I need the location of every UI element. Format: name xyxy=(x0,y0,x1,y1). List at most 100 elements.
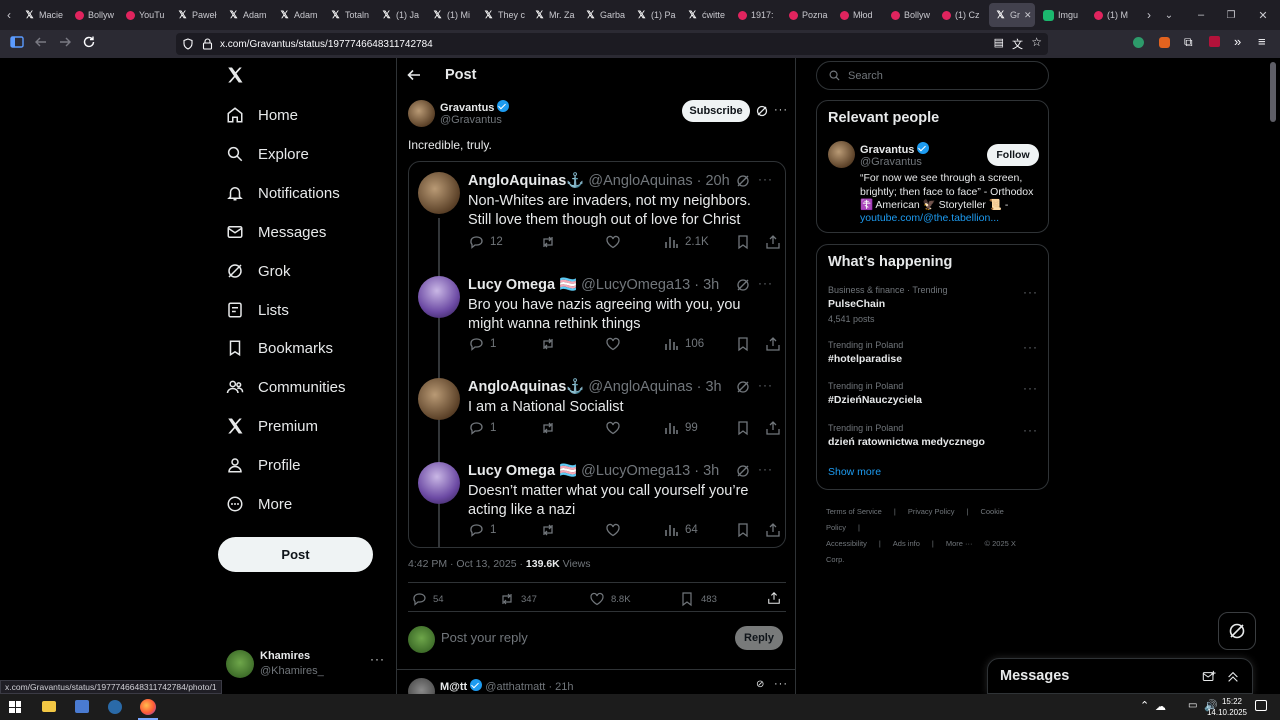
nav-item-communities[interactable]: Communities xyxy=(226,378,346,396)
browser-tab[interactable]: 𝕏 (1) Mi xyxy=(426,0,477,30)
repost-button[interactable]: 347 xyxy=(499,591,537,607)
post-button[interactable]: Post xyxy=(218,537,373,572)
share-icon[interactable] xyxy=(767,591,781,605)
address-bar[interactable]: x.com/Gravantus/status/19777466483117427… xyxy=(176,33,1048,55)
app-menu-icon[interactable]: ≡ xyxy=(1258,34,1266,49)
person-avatar[interactable] xyxy=(828,141,855,168)
clock-time[interactable]: 15:22 xyxy=(1213,697,1251,706)
browser-tab[interactable]: 1917: xyxy=(732,0,783,30)
tab-scroll-right-icon[interactable]: › xyxy=(1139,8,1159,22)
browser-tab[interactable]: 𝕏 Macie xyxy=(18,0,69,30)
browser-tab[interactable]: 𝕏 Gr ✕ xyxy=(989,3,1035,27)
browser-tab[interactable]: 𝕏 Adam xyxy=(273,0,324,30)
footer-link[interactable]: Ads info xyxy=(893,539,920,548)
bookmark-star-icon[interactable]: ☆ xyxy=(1031,35,1042,49)
extension-badge-icon[interactable] xyxy=(1209,36,1220,47)
extensions-puzzle-icon[interactable]: ⧉ xyxy=(1184,35,1193,50)
nav-item-bookmarks[interactable]: Bookmarks xyxy=(226,339,333,357)
nav-item-premium[interactable]: Premium xyxy=(226,417,318,435)
reload-icon[interactable] xyxy=(82,35,96,49)
expand-up-icon[interactable] xyxy=(1226,670,1240,684)
author-name-row[interactable]: Gravantus xyxy=(440,100,510,114)
reader-view-icon[interactable]: ▤ xyxy=(994,36,1004,49)
browser-tab[interactable]: Bollyw xyxy=(885,0,936,30)
minimize-window-icon[interactable]: – xyxy=(1186,9,1216,21)
lock-icon[interactable] xyxy=(202,38,213,50)
grok-icon[interactable] xyxy=(756,105,768,117)
person-name-row[interactable]: Gravantus xyxy=(860,142,930,156)
search-input[interactable]: Search xyxy=(816,61,1049,90)
browser-tab[interactable]: 𝕏 Adam xyxy=(222,0,273,30)
nav-item-grok[interactable]: Grok xyxy=(226,262,291,280)
browser-tab[interactable]: Imgu xyxy=(1037,0,1088,30)
footer-link[interactable]: Accessibility xyxy=(826,539,867,548)
url-text[interactable]: x.com/Gravantus/status/19777466483117427… xyxy=(220,39,433,50)
tab-list-chevron-icon[interactable]: ⌄ xyxy=(1159,10,1179,21)
browser-tab[interactable]: Pozna xyxy=(783,0,834,30)
nav-item-messages[interactable]: Messages xyxy=(226,223,326,241)
close-tab-icon[interactable]: ✕ xyxy=(1024,10,1032,21)
next-reply-handle[interactable]: @atthatmatt xyxy=(485,681,545,693)
author-name[interactable]: Gravantus xyxy=(440,102,494,114)
tracking-shield-icon[interactable] xyxy=(182,38,194,50)
browser-tab[interactable]: YouTu xyxy=(120,0,171,30)
notifications-icon[interactable] xyxy=(1255,700,1267,711)
browser-tab[interactable]: (1) Cz xyxy=(936,0,987,30)
trend-more-icon[interactable]: ··· xyxy=(1023,423,1038,437)
trend-more-icon[interactable]: ··· xyxy=(1023,381,1038,395)
footer-link[interactable]: More ··· xyxy=(946,539,973,548)
page-scrollbar[interactable] xyxy=(1270,62,1276,122)
file-explorer-icon[interactable] xyxy=(42,701,56,712)
firefox-icon[interactable] xyxy=(140,699,156,715)
follow-button[interactable]: Follow xyxy=(987,144,1039,166)
subscribe-button[interactable]: Subscribe xyxy=(682,100,750,122)
reply-button-submit[interactable]: Reply xyxy=(735,626,783,650)
account-more-icon[interactable]: ··· xyxy=(370,652,385,666)
network-icon[interactable]: ▭ xyxy=(1188,700,1197,711)
account-switcher[interactable]: Khamires @Khamires_ ··· xyxy=(226,648,386,684)
like-button[interactable]: 8.8K xyxy=(589,591,631,607)
bookmark-button[interactable]: 483 xyxy=(679,591,717,607)
sidebar-toggle-icon[interactable] xyxy=(10,35,24,49)
forward-icon[interactable] xyxy=(58,35,72,49)
back-arrow-icon[interactable] xyxy=(407,68,421,82)
browser-tab[interactable]: Bollyw xyxy=(69,0,120,30)
trend-more-icon[interactable]: ··· xyxy=(1023,340,1038,354)
trend-more-icon[interactable]: ··· xyxy=(1023,285,1038,299)
person-handle[interactable]: @Gravantus xyxy=(860,156,922,168)
browser-tab[interactable]: 𝕏 Totaln xyxy=(324,0,375,30)
reply-button[interactable]: 54 xyxy=(411,591,444,607)
trend-item[interactable]: Trending in Poland dzień ratownictwa medy… xyxy=(828,423,1038,448)
next-reply-time[interactable]: 21h xyxy=(555,681,573,693)
next-reply-name[interactable]: M@tt xyxy=(440,681,467,693)
browser-tab[interactable]: (1) M xyxy=(1088,0,1139,30)
nav-item-explore[interactable]: Explore xyxy=(226,145,309,163)
nav-item-home[interactable]: Home xyxy=(226,106,298,124)
grok-floating-button[interactable] xyxy=(1218,612,1256,650)
windows-start-icon[interactable] xyxy=(9,701,21,713)
browser-tab[interactable]: 𝕏 (1) Pa xyxy=(630,0,681,30)
embedded-thread-image[interactable]: AngloAquinas⚓ @AngloAquinas · 20h ··· Non-… xyxy=(408,161,786,548)
nav-item-profile[interactable]: Profile xyxy=(226,456,301,474)
trend-item[interactable]: Business & finance · Trending PulseChain 4… xyxy=(828,285,1038,324)
new-message-icon[interactable] xyxy=(1202,670,1216,684)
nav-item-more[interactable]: More xyxy=(226,495,292,513)
post-timestamp[interactable]: 4:42 PM · Oct 13, 2025 · xyxy=(408,558,526,570)
nav-item-notifications[interactable]: Notifications xyxy=(226,184,340,202)
browser-tab[interactable]: 𝕏 Paweł xyxy=(171,0,222,30)
trend-item[interactable]: Trending in Poland #hotelparadise ··· xyxy=(828,340,1038,365)
extension-shield-icon[interactable] xyxy=(1133,37,1144,48)
reply-input[interactable]: Post your reply xyxy=(441,630,528,645)
trend-item[interactable]: Trending in Poland #DzieńNauczyciela ··· xyxy=(828,381,1038,406)
show-more-link[interactable]: Show more xyxy=(828,466,881,478)
next-reply-grok-icon[interactable]: ⊘ xyxy=(756,679,764,690)
back-icon[interactable] xyxy=(34,35,48,49)
footer-link[interactable]: Terms of Service xyxy=(826,507,882,516)
messages-drawer[interactable]: Messages xyxy=(987,658,1253,694)
x-logo-icon[interactable] xyxy=(226,66,244,84)
extension-fox-icon[interactable] xyxy=(1159,37,1170,48)
app-icon-blue[interactable] xyxy=(75,700,89,713)
close-window-icon[interactable]: ✕ xyxy=(1246,9,1280,22)
overflow-chevron-icon[interactable]: » xyxy=(1234,34,1241,49)
tab-scroll-left-icon[interactable]: ‹ xyxy=(0,8,18,22)
